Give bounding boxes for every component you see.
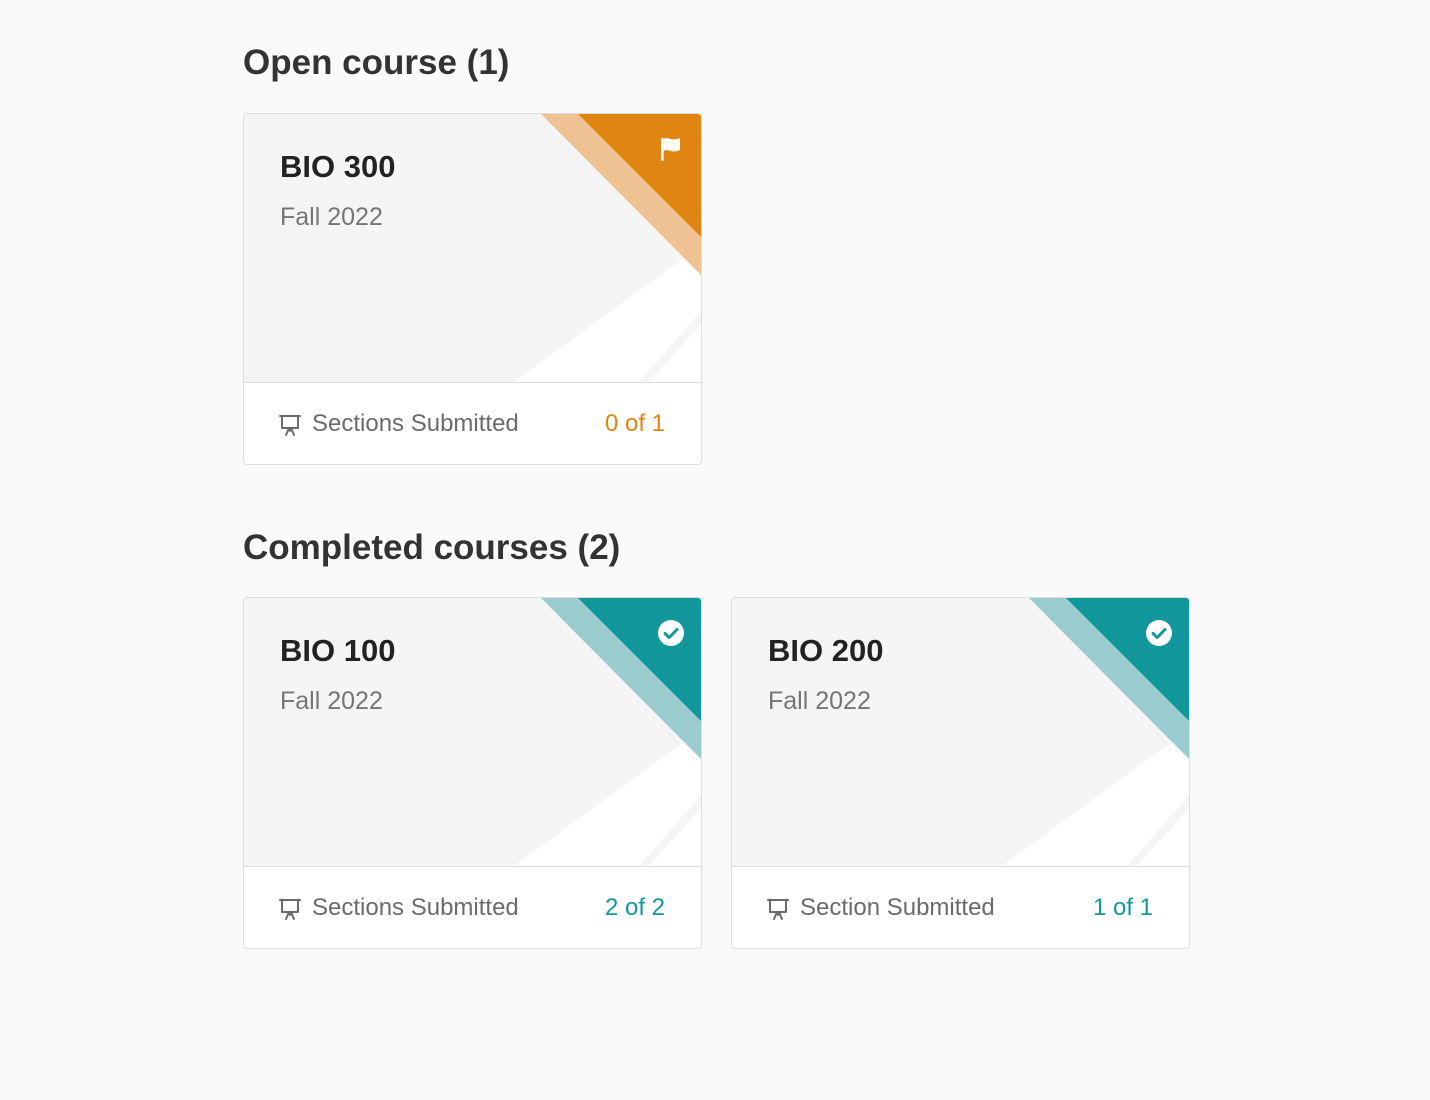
course-title: BIO 300 bbox=[280, 149, 396, 184]
course-title: BIO 200 bbox=[768, 633, 884, 668]
course-card-footer: Sections Submitted 2 of 2 bbox=[244, 867, 701, 948]
course-term: Fall 2022 bbox=[280, 687, 383, 715]
presentation-icon bbox=[279, 415, 301, 436]
completed-courses-heading: Completed courses (2) bbox=[243, 528, 621, 567]
course-card-bio-100[interactable]: BIO 100 Fall 2022 Sections Submitted 2 o… bbox=[243, 597, 702, 949]
section-submitted-label: Section Submitted bbox=[800, 894, 995, 921]
sections-submitted-count: 2 of 2 bbox=[604, 894, 665, 921]
course-term: Fall 2022 bbox=[768, 687, 871, 715]
course-card-bio-300[interactable]: BIO 300 Fall 2022 Sections Submitted 0 o… bbox=[243, 113, 702, 465]
open-courses-heading: Open course (1) bbox=[243, 43, 510, 82]
course-title: BIO 100 bbox=[280, 633, 396, 668]
sections-submitted-count: 0 of 1 bbox=[604, 410, 665, 437]
section-submitted-count: 1 of 1 bbox=[1092, 894, 1153, 921]
presentation-icon bbox=[767, 899, 789, 920]
presentation-icon bbox=[279, 899, 301, 920]
course-card-header: BIO 300 Fall 2022 bbox=[244, 114, 701, 383]
course-card-footer: Section Submitted 1 of 1 bbox=[732, 867, 1189, 948]
course-card-header: BIO 100 Fall 2022 bbox=[244, 598, 701, 867]
check-circle-icon bbox=[1146, 620, 1172, 646]
sections-submitted-label: Sections Submitted bbox=[312, 894, 519, 921]
course-card-bio-200[interactable]: BIO 200 Fall 2022 Section Submitted 1 of… bbox=[731, 597, 1190, 949]
check-circle-icon bbox=[658, 620, 684, 646]
flag-icon bbox=[661, 138, 680, 161]
course-card-footer: Sections Submitted 0 of 1 bbox=[244, 383, 701, 464]
course-card-header: BIO 200 Fall 2022 bbox=[732, 598, 1189, 867]
sections-submitted-label: Sections Submitted bbox=[312, 410, 519, 437]
course-term: Fall 2022 bbox=[280, 203, 383, 231]
